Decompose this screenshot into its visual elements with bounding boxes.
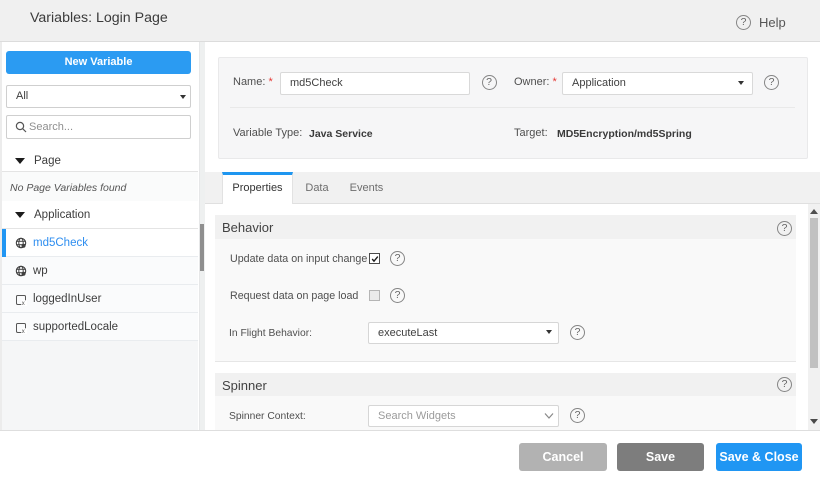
svg-text:x: x xyxy=(22,329,25,334)
svg-text:x: x xyxy=(22,301,25,306)
